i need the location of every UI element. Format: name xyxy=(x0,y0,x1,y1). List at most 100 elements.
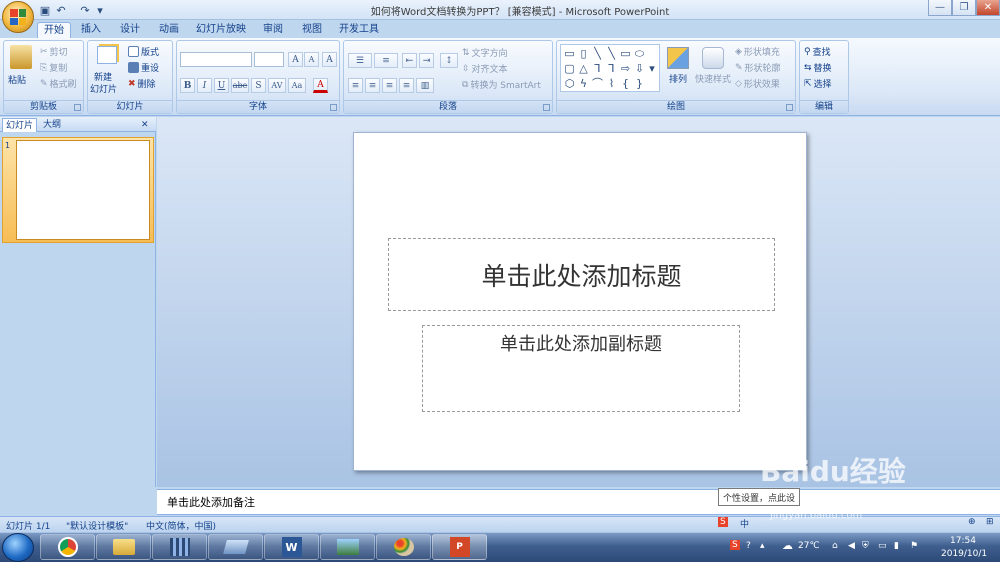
italic-button[interactable]: I xyxy=(197,78,212,93)
tray-network-icon[interactable]: ⌂ xyxy=(832,541,838,551)
shadow-button[interactable]: S xyxy=(251,78,266,93)
increase-indent-button[interactable]: ⇥ xyxy=(419,53,434,68)
decrease-indent-button[interactable]: ⇤ xyxy=(402,53,417,68)
shape-effects-button[interactable]: ◇ 形状效果 xyxy=(735,77,780,91)
tab-insert[interactable]: 插入 xyxy=(76,22,106,38)
subtitle-placeholder[interactable]: 单击此处添加副标题 xyxy=(422,325,740,412)
quick-styles-icon[interactable] xyxy=(702,47,724,69)
align-text-button[interactable]: ⇳ 对齐文本 xyxy=(462,62,508,76)
tab-home[interactable]: 开始 xyxy=(37,22,71,38)
font-launcher-icon[interactable] xyxy=(330,104,337,111)
office-button[interactable] xyxy=(2,1,34,33)
ime-logo-icon[interactable]: S xyxy=(718,517,728,527)
line-shape-icon[interactable]: ╲ xyxy=(591,47,604,59)
shapes-gallery[interactable]: ▭ ▯ ╲ ╲ ▭ ⬭ ▢ △ ⅂ ⅂ ⇨ ⇩ ⬡ ϟ ⌒ ⌇ { } ▾ xyxy=(560,44,660,92)
replace-button[interactable]: ⇆ 替换 xyxy=(804,61,832,75)
tab-slideshow[interactable]: 幻灯片放映 xyxy=(193,22,249,38)
align-right-button[interactable]: ≡ xyxy=(382,78,397,93)
tab-design[interactable]: 设计 xyxy=(115,22,145,38)
word-taskbar-button[interactable]: W xyxy=(264,534,319,560)
tab-review[interactable]: 审阅 xyxy=(258,22,288,38)
strikethrough-button[interactable]: abe xyxy=(231,78,249,93)
title-placeholder[interactable]: 单击此处添加标题 xyxy=(388,238,775,311)
text-direction-button[interactable]: ⇅ 文字方向 xyxy=(462,46,508,60)
fit-slide-icon[interactable]: ⊞ xyxy=(986,517,994,527)
align-left-button[interactable]: ≡ xyxy=(348,78,363,93)
drawing-launcher-icon[interactable] xyxy=(786,104,793,111)
save-icon[interactable]: ▣ xyxy=(38,3,52,17)
right-brace-shape-icon[interactable]: } xyxy=(633,77,646,89)
shape-fill-button[interactable]: ◈ 形状填充 xyxy=(735,45,780,59)
reset-button[interactable]: 重设 xyxy=(128,61,159,74)
curve-shape-icon[interactable]: ⌒ xyxy=(591,77,604,89)
columns-button[interactable]: ▥ xyxy=(416,78,434,93)
slide-canvas[interactable]: 单击此处添加标题 单击此处添加副标题 xyxy=(353,132,807,471)
arrange-button[interactable]: 排列 xyxy=(669,72,687,85)
arrange-icon[interactable] xyxy=(667,47,689,69)
chrome-taskbar-button[interactable] xyxy=(40,534,95,560)
status-theme[interactable]: "默认设计模板" xyxy=(66,519,128,532)
grow-font-button[interactable]: A xyxy=(288,52,303,67)
justify-button[interactable]: ≡ xyxy=(399,78,414,93)
format-painter-button[interactable]: ✎ 格式刷 xyxy=(40,77,77,91)
font-color-button[interactable]: A xyxy=(313,78,328,93)
layout-button[interactable]: 版式 xyxy=(128,45,159,58)
bold-button[interactable]: B xyxy=(180,78,195,93)
new-slide-icon[interactable] xyxy=(97,46,117,64)
shapes-more-icon[interactable]: ▾ xyxy=(647,62,657,74)
explorer-taskbar-button[interactable] xyxy=(96,534,151,560)
tab-view[interactable]: 视图 xyxy=(297,22,327,38)
media-taskbar-button[interactable] xyxy=(152,534,207,560)
tab-animation[interactable]: 动画 xyxy=(154,22,184,38)
tab-developer[interactable]: 开发工具 xyxy=(336,22,382,38)
tray-battery-icon[interactable]: ▮ xyxy=(894,541,899,551)
slide-thumbnail[interactable] xyxy=(16,140,150,240)
down-arrow-shape-icon[interactable]: ⇩ xyxy=(633,62,646,74)
bullets-button[interactable]: ☰ xyxy=(348,53,372,68)
tablet-taskbar-button[interactable] xyxy=(208,534,263,560)
tab-slides-pane[interactable]: 幻灯片 xyxy=(2,118,38,132)
elbow-connector-alt-shape-icon[interactable]: ⅂ xyxy=(605,62,618,74)
rectangle-shape-icon[interactable]: ▭ xyxy=(619,47,632,59)
status-language[interactable]: 中文(简体，中国) xyxy=(146,519,216,532)
right-arrow-shape-icon[interactable]: ⇨ xyxy=(619,62,632,74)
tray-flag-icon[interactable]: ⚑ xyxy=(910,541,918,551)
shape-outline-button[interactable]: ✎ 形状轮廓 xyxy=(735,61,781,75)
undo-icon[interactable]: ↶ xyxy=(54,3,68,17)
redo-icon[interactable]: ↷ xyxy=(78,3,92,17)
tray-time[interactable]: 17:54 xyxy=(950,536,976,546)
oval-shape-icon[interactable]: ⬭ xyxy=(633,47,646,59)
find-button[interactable]: ⚲ 查找 xyxy=(804,45,831,59)
tray-display-icon[interactable]: ▭ xyxy=(878,541,887,551)
close-button[interactable]: ✕ xyxy=(976,0,1000,16)
tray-ime-icon[interactable]: S xyxy=(730,540,740,550)
start-button[interactable] xyxy=(2,533,34,562)
close-pane-icon[interactable]: ✕ xyxy=(138,118,152,132)
smartart-button[interactable]: ⧉ 转换为 SmartArt xyxy=(462,78,541,92)
ime-mode-indicator[interactable]: 中 xyxy=(740,517,749,530)
tab-outline-pane[interactable]: 大纲 xyxy=(40,118,64,132)
freeform-shape-icon[interactable]: ⌇ xyxy=(605,77,618,89)
paste-icon[interactable] xyxy=(10,45,32,69)
textbox-shape-icon[interactable]: ▭ xyxy=(563,47,576,59)
clipboard-launcher-icon[interactable] xyxy=(74,104,81,111)
char-spacing-button[interactable]: AV xyxy=(268,78,286,93)
paragraph-launcher-icon[interactable] xyxy=(543,104,550,111)
font-size-combo[interactable] xyxy=(254,52,284,67)
zoom-in-icon[interactable]: ⊕ xyxy=(968,517,976,527)
vertical-textbox-shape-icon[interactable]: ▯ xyxy=(577,47,590,59)
line-spacing-button[interactable]: ↕ xyxy=(440,53,458,68)
select-button[interactable]: ⇱ 选择 xyxy=(804,77,832,91)
clear-format-button[interactable]: A xyxy=(322,52,337,67)
tray-temperature[interactable]: 27℃ xyxy=(798,541,820,551)
triangle-shape-icon[interactable]: △ xyxy=(577,62,590,74)
rounded-rect-shape-icon[interactable]: ▢ xyxy=(563,62,576,74)
tray-security-icon[interactable]: ⛨ xyxy=(862,541,869,551)
align-center-button[interactable]: ≡ xyxy=(365,78,380,93)
tray-date[interactable]: 2019/10/1 xyxy=(941,549,987,559)
hexagon-shape-icon[interactable]: ⬡ xyxy=(563,77,576,89)
paste-button[interactable]: 粘贴 xyxy=(8,73,26,86)
customize-qat-icon[interactable]: ▾ xyxy=(96,3,104,17)
numbering-button[interactable]: ≡ xyxy=(374,53,398,68)
delete-slide-button[interactable]: ✖ 删除 xyxy=(128,77,156,91)
